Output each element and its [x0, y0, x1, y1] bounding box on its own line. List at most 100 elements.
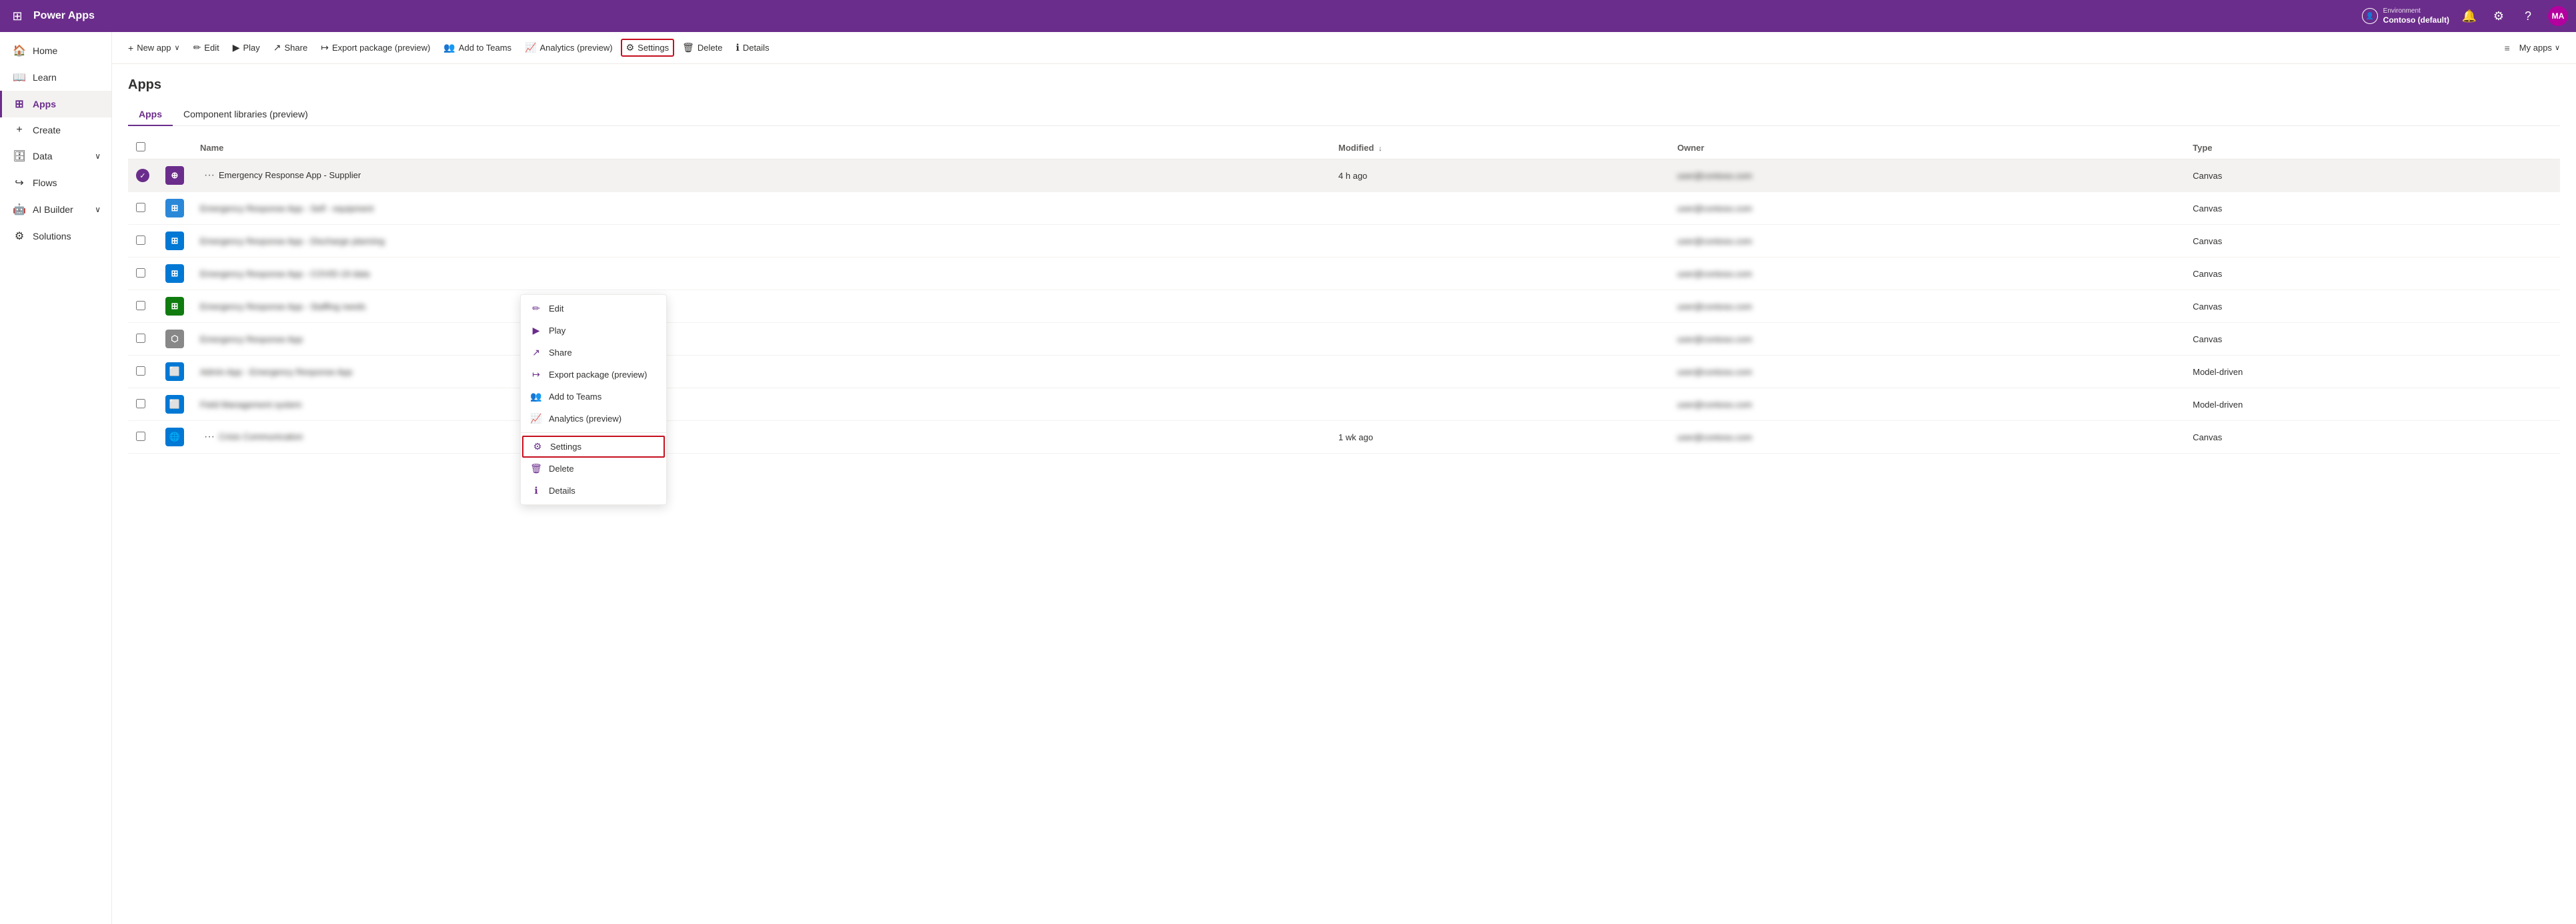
row-name-cell: Emergency Response App	[192, 323, 1330, 356]
app-icon: ⬡	[165, 330, 184, 348]
tab-apps[interactable]: Apps	[128, 103, 173, 126]
main-content: Apps Apps Component libraries (preview) …	[112, 64, 2576, 924]
row-checkbox[interactable]	[136, 301, 145, 310]
col-owner: Owner	[1669, 137, 2185, 159]
flows-icon: ↪	[13, 176, 26, 189]
row-checkbox[interactable]	[136, 334, 145, 343]
chevron-down-icon: ∨	[2555, 43, 2560, 52]
table-row[interactable]: ⬜Field Management systemuser@contoso.com…	[128, 388, 2560, 421]
row-name-cell: ···Crisis Communication	[192, 421, 1330, 454]
my-apps-button[interactable]: My apps ∨	[2514, 39, 2565, 56]
row-name-cell: ···Emergency Response App - Supplier	[192, 159, 1330, 192]
teams-icon: 👥	[443, 42, 455, 53]
row-checkbox[interactable]	[136, 366, 145, 376]
tab-component-libraries[interactable]: Component libraries (preview)	[173, 103, 319, 126]
sidebar-item-create[interactable]: + Create	[0, 117, 111, 143]
row-modified-cell: 4 h ago	[1330, 159, 1669, 192]
row-checkbox[interactable]	[136, 236, 145, 245]
app-icon: ⊕	[165, 166, 184, 185]
row-modified-cell: 1 wk ago	[1330, 421, 1669, 454]
toolbar-right: ≡ My apps ∨	[2505, 39, 2565, 56]
col-name[interactable]: Name	[192, 137, 1330, 159]
share-button[interactable]: ↗ Share	[268, 39, 313, 57]
context-menu-item-analytics-(preview)[interactable]: 📈Analytics (preview)	[521, 408, 666, 430]
sidebar-item-apps[interactable]: ⊞ Apps	[0, 91, 111, 117]
table-row[interactable]: ⊞Emergency Response App - Staffing needs…	[128, 290, 2560, 323]
sidebar-item-label: Home	[33, 45, 57, 56]
new-app-button[interactable]: + New app ∨	[123, 39, 185, 57]
share-icon: ↗	[530, 347, 542, 358]
settings-icon[interactable]: ⚙	[2489, 7, 2508, 25]
context-menu-item-details[interactable]: ℹDetails	[521, 480, 666, 502]
context-menu-item-add-to-teams[interactable]: 👥Add to Teams	[521, 386, 666, 408]
select-all-checkbox[interactable]	[136, 142, 145, 151]
sidebar-item-ai-builder[interactable]: 🤖 AI Builder ∨	[0, 196, 111, 223]
row-owner-cell: user@contoso.com	[1669, 388, 2185, 421]
solutions-icon: ⚙	[13, 229, 26, 243]
row-icon-cell: ⬜	[157, 388, 192, 421]
create-icon: +	[13, 124, 26, 136]
edit-button[interactable]: ✏ Edit	[188, 39, 225, 57]
sidebar-item-solutions[interactable]: ⚙ Solutions	[0, 223, 111, 250]
table-row[interactable]: ⬡Emergency Response Appuser@contoso.comC…	[128, 323, 2560, 356]
data-icon: 🗄	[13, 149, 26, 163]
table-row[interactable]: ⊞Emergency Response App - Discharge plan…	[128, 225, 2560, 258]
row-icon-cell: ⊕	[157, 159, 192, 192]
row-owner-cell: user@contoso.com	[1669, 323, 2185, 356]
sidebar-item-learn[interactable]: 📖 Learn	[0, 64, 111, 91]
row-more-button[interactable]: ···	[200, 168, 219, 183]
sidebar-item-label: Apps	[33, 99, 56, 109]
environment-icon: 👤	[2362, 8, 2378, 24]
row-checkbox[interactable]	[136, 203, 145, 212]
app-icon: ⊞	[165, 297, 184, 316]
sidebar-item-label: Flows	[33, 177, 57, 188]
sidebar-item-home[interactable]: 🏠 Home	[0, 37, 111, 64]
table-row[interactable]: ⬜Admin App - Emergency Response Appuser@…	[128, 356, 2560, 388]
settings-button[interactable]: ⚙ Settings	[621, 39, 675, 57]
play-button[interactable]: ▶ Play	[227, 39, 265, 57]
col-modified[interactable]: Modified ↓	[1330, 137, 1669, 159]
table-row[interactable]: ✓⊕···Emergency Response App - Supplier4 …	[128, 159, 2560, 192]
export-package-(preview)-icon: ↦	[530, 369, 542, 380]
table-row[interactable]: ⊞Emergency Response App - COVID-19 datau…	[128, 258, 2560, 290]
export-button[interactable]: ↦ Export package (preview)	[315, 39, 435, 57]
sidebar-item-data[interactable]: 🗄 Data ∨	[0, 143, 111, 169]
row-checkbox[interactable]	[136, 399, 145, 408]
context-menu-item-edit[interactable]: ✏Edit	[521, 298, 666, 320]
table-row[interactable]: ⊞Emergency Response App - Self - equipme…	[128, 192, 2560, 225]
environment-info[interactable]: 👤 Environment Contoso (default)	[2362, 7, 2449, 26]
context-menu-item-play[interactable]: ▶Play	[521, 320, 666, 342]
avatar[interactable]: MA	[2548, 6, 2568, 26]
notifications-icon[interactable]: 🔔	[2460, 7, 2479, 25]
table-row[interactable]: 🌐···Crisis Communication1 wk agouser@con…	[128, 421, 2560, 454]
sidebar-item-flows[interactable]: ↪ Flows	[0, 169, 111, 196]
row-checkbox[interactable]	[136, 268, 145, 278]
analytics-icon: 📈	[525, 42, 536, 53]
add-to-teams-button[interactable]: 👥 Add to Teams	[438, 39, 517, 57]
export-icon: ↦	[321, 42, 329, 53]
row-owner-cell: user@contoso.com	[1669, 258, 2185, 290]
app-title: Power Apps	[33, 10, 2355, 22]
row-more-button[interactable]: ···	[200, 430, 219, 444]
context-menu-item-export-package-(preview)[interactable]: ↦Export package (preview)	[521, 364, 666, 386]
sort-icon: ↓	[1378, 145, 1382, 153]
edit-icon: ✏	[193, 42, 201, 53]
delete-button[interactable]: 🗑 Delete	[677, 39, 728, 57]
sidebar-item-label: Create	[33, 125, 61, 135]
sidebar: 🏠 Home 📖 Learn ⊞ Apps + Create 🗄 Data ∨ …	[0, 32, 112, 924]
analytics-button[interactable]: 📈 Analytics (preview)	[519, 39, 618, 57]
row-type-cell: Canvas	[2185, 290, 2560, 323]
row-checkbox[interactable]	[136, 432, 145, 441]
details-button[interactable]: ℹ Details	[731, 39, 775, 57]
help-icon[interactable]: ?	[2519, 7, 2537, 25]
row-icon-cell: 🌐	[157, 421, 192, 454]
row-check-cell	[128, 258, 157, 290]
delete-icon: 🗑	[530, 463, 542, 474]
col-icon	[157, 137, 192, 159]
context-menu-item-share[interactable]: ↗Share	[521, 342, 666, 364]
waffle-icon[interactable]: ⊞	[8, 7, 27, 25]
learn-icon: 📖	[13, 71, 26, 84]
context-menu-item-settings[interactable]: ⚙Settings	[522, 436, 665, 458]
row-type-cell: Canvas	[2185, 258, 2560, 290]
context-menu-item-delete[interactable]: 🗑Delete	[521, 458, 666, 480]
